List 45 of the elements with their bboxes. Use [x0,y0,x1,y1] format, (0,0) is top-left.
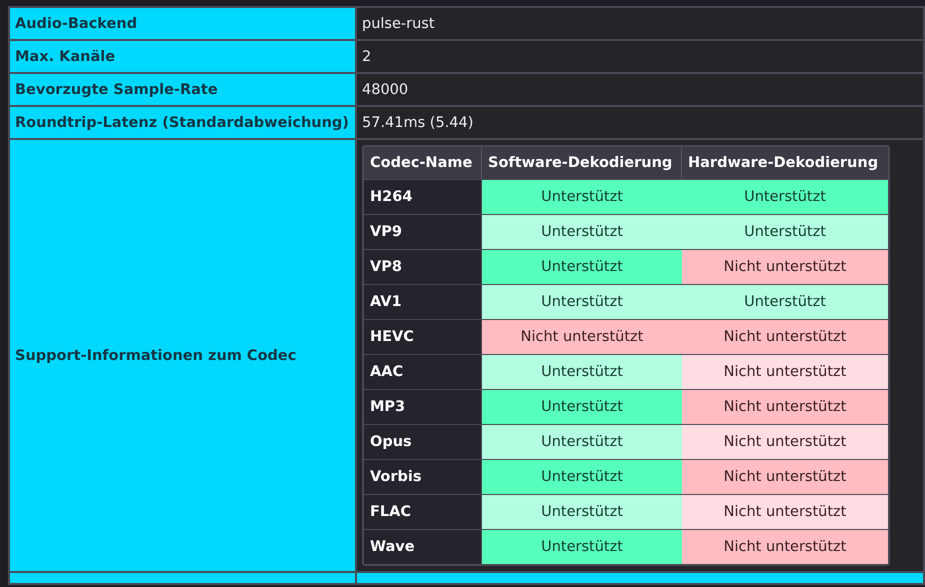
codec-name-cell: H264 [364,179,482,214]
column-header: Codec-Name [364,147,482,179]
codec-name-cell: AV1 [364,284,482,319]
support-status-cell: Unterstützt [682,179,888,214]
support-status-cell: Unterstützt [482,249,682,284]
codec-name-cell: VP8 [364,249,482,284]
column-header: Hardware-Dekodierung [682,147,888,179]
property-value: 2 [356,40,924,73]
codec-name-cell: HEVC [364,319,482,354]
support-status-cell: Nicht unterstützt [682,494,888,529]
support-status-cell: Unterstützt [482,214,682,249]
support-status-cell: Unterstützt [482,424,682,459]
support-status-cell: Nicht unterstützt [682,249,888,284]
support-status-cell: Nicht unterstützt [682,354,888,389]
support-status-cell: Unterstützt [482,284,682,319]
support-status-cell: Unterstützt [482,354,682,389]
support-status-cell: Nicht unterstützt [682,459,888,494]
support-status-cell: Nicht unterstützt [682,529,888,564]
support-status-cell: Unterstützt [482,179,682,214]
support-status-cell: Unterstützt [482,459,682,494]
property-value: 57.41ms (5.44) [356,106,924,139]
codec-name-cell: AAC [364,354,482,389]
property-label: Audio-Backend [9,7,356,40]
codec-name-cell: FLAC [364,494,482,529]
codec-name-cell: MP3 [364,389,482,424]
support-status-cell: Unterstützt [682,284,888,319]
support-status-cell: Unterstützt [482,389,682,424]
property-label: Max. Kanäle [9,40,356,73]
support-status-cell: Nicht unterstützt [682,389,888,424]
codec-name-cell: Vorbis [364,459,482,494]
support-status-cell: Unterstützt [482,494,682,529]
codec-name-cell: Opus [364,424,482,459]
property-value: pulse-rust [356,7,924,40]
support-status-cell: Unterstützt [682,214,888,249]
codec-name-cell: VP9 [364,214,482,249]
support-status-cell: Nicht unterstützt [682,424,888,459]
property-label: Support-Informationen zum Codec [9,139,356,572]
property-label: Bevorzugte Sample-Rate [9,73,356,106]
property-label: Roundtrip-Latenz (Standardabweichung) [9,106,356,139]
codec-name-cell: Wave [364,529,482,564]
support-status-cell: Nicht unterstützt [682,319,888,354]
support-status-cell: Nicht unterstützt [482,319,682,354]
support-status-cell: Unterstützt [482,529,682,564]
column-header: Software-Dekodierung [482,147,682,179]
property-value: 48000 [356,73,924,106]
